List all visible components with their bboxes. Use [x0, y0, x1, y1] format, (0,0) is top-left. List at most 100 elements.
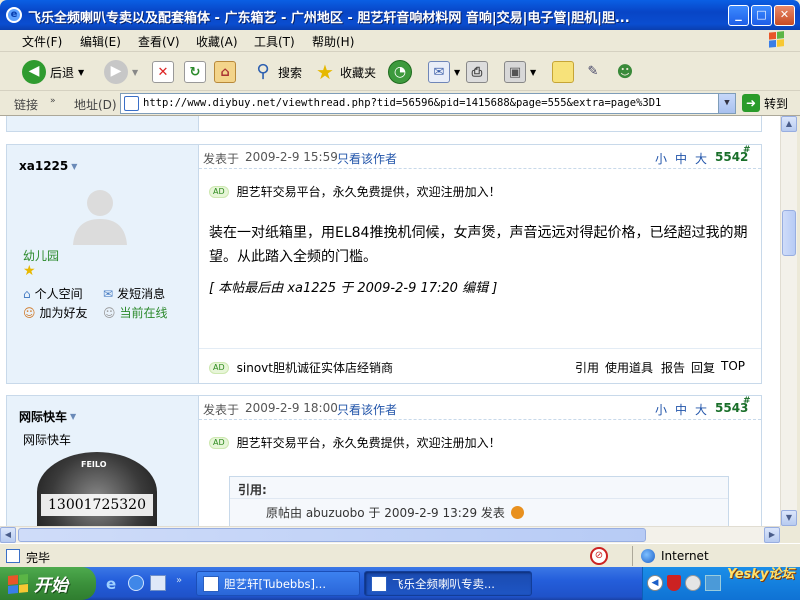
star-icon: ★: [316, 60, 334, 84]
send-message-link[interactable]: ✉ 发短消息: [103, 285, 165, 302]
user-group: 幼儿园: [23, 249, 60, 263]
font-medium-link[interactable]: 中: [675, 150, 687, 167]
reply-link[interactable]: 回复: [691, 359, 715, 376]
menu-help[interactable]: 帮助(H): [312, 33, 354, 50]
use-item-link[interactable]: 使用道具: [605, 359, 653, 376]
print-button[interactable]: ⎙: [466, 59, 488, 85]
font-small-link[interactable]: 小: [655, 150, 667, 167]
scroll-right-icon[interactable]: ▶: [764, 527, 780, 543]
links-chevron-icon[interactable]: »: [50, 96, 56, 106]
mail-dropdown-icon[interactable]: ▼: [454, 68, 460, 77]
scroll-left-icon[interactable]: ◀: [0, 527, 16, 543]
post-ad-2[interactable]: AD 胆艺轩交易平台，永久免费提供，欢迎注册加入！: [209, 434, 501, 451]
address-dropdown-icon[interactable]: ▼: [718, 94, 735, 113]
footer-ad[interactable]: AD sinovt胆机诚征实体店经销商: [209, 359, 393, 376]
mail-button[interactable]: ✉ ▼: [428, 59, 460, 85]
post-message: 装在一对纸箱里，用EL84推挽机伺候，女声煲，声音远远对得起价格，已经超过我的期…: [209, 225, 748, 265]
messenger-button[interactable]: ☻: [614, 59, 636, 85]
go-button[interactable]: ➜ 转到: [742, 94, 788, 112]
font-small-link-2[interactable]: 小: [655, 401, 667, 418]
font-medium-link-2[interactable]: 中: [675, 401, 687, 418]
tray-back-icon[interactable]: ◀: [647, 575, 663, 591]
posted-label: 发表于: [203, 152, 240, 166]
quote-label: 引用:: [230, 477, 728, 499]
vertical-scroll-thumb[interactable]: [782, 210, 796, 256]
scroll-down-icon[interactable]: ▼: [781, 510, 797, 526]
popup-blocker-icon[interactable]: ⊘: [590, 547, 608, 565]
horizontal-scroll-thumb[interactable]: [18, 528, 646, 542]
tray-app-icon[interactable]: [685, 575, 701, 591]
menu-favorites[interactable]: 收藏(A): [196, 33, 238, 50]
vertical-scrollbar[interactable]: ▲ ▼: [780, 116, 797, 526]
add-friend-link[interactable]: ☺ 加为好友: [23, 304, 88, 321]
tray-shield-icon[interactable]: [667, 575, 681, 591]
taskbar-item-tubebbs[interactable]: 胆艺轩[Tubebbs]...: [196, 571, 360, 596]
back-dropdown-icon[interactable]: ▼: [78, 68, 84, 77]
links-label[interactable]: 链接: [14, 96, 38, 113]
toolbar: ◀ 后退 ▼ ▶ ▼ ✕ ↻ ⌂ ⚲ 搜索 ★ 收藏夹 ◔ ✉ ▼ ⎙ ▣ ▼ …: [0, 53, 800, 91]
ie-icon: e: [6, 7, 22, 23]
author-name-2[interactable]: 网际快车: [19, 408, 67, 425]
profile-link[interactable]: ⌂ 个人空间: [23, 285, 83, 302]
taskbar-item-feile[interactable]: 飞乐全频喇叭专卖...: [364, 571, 532, 596]
messenger-icon: ☻: [616, 62, 634, 81]
font-large-link[interactable]: 大: [695, 150, 707, 167]
minimize-button[interactable]: _: [728, 5, 749, 26]
edit-icon: ▣: [504, 61, 526, 83]
quicklaunch-desktop-icon[interactable]: [150, 575, 166, 591]
security-zone[interactable]: Internet: [632, 546, 709, 566]
favorites-button[interactable]: ★ 收藏夹: [314, 59, 376, 85]
taskbar-item-label: 胆艺轩[Tubebbs]...: [224, 576, 326, 591]
maximize-button[interactable]: □: [751, 5, 772, 26]
refresh-button[interactable]: ↻: [184, 59, 206, 85]
edit-button[interactable]: ▣ ▼: [504, 59, 536, 85]
zone-label: Internet: [661, 549, 709, 563]
author-name[interactable]: xa1225: [19, 159, 68, 173]
history-button[interactable]: ◔: [388, 59, 412, 85]
address-input[interactable]: http://www.diybuy.net/viewthread.php?tid…: [120, 93, 736, 114]
report-link[interactable]: 报告: [661, 359, 685, 376]
task-ie-icon-2: [371, 575, 387, 592]
menu-file[interactable]: 文件(F): [22, 33, 62, 50]
view-author-only-link-2[interactable]: 只看该作者: [337, 401, 397, 418]
go-label: 转到: [764, 96, 789, 111]
home-icon: ⌂: [214, 61, 236, 83]
menu-edit[interactable]: 编辑(E): [80, 33, 121, 50]
address-url: http://www.diybuy.net/viewthread.php?tid…: [143, 97, 662, 109]
quicklaunch-ie-icon[interactable]: e: [106, 575, 116, 593]
post-ad[interactable]: AD 胆艺轩交易平台，永久免费提供，欢迎注册加入！: [209, 183, 501, 200]
menu-tools[interactable]: 工具(T): [254, 33, 295, 50]
jump-to-post-icon[interactable]: [510, 506, 524, 519]
author-menu-icon[interactable]: ▼: [71, 162, 77, 171]
page-icon: [124, 96, 139, 111]
back-button[interactable]: ◀ 后退 ▼: [22, 59, 84, 85]
post-author-panel-2: 网际快车 ▼ 网际快车 FEILO 13001725320: [7, 396, 199, 526]
ad-badge-2: AD: [209, 436, 229, 449]
edit-dropdown-icon[interactable]: ▼: [530, 68, 536, 77]
horizontal-scrollbar[interactable]: ◀ ▶: [0, 526, 780, 543]
forward-dropdown-icon[interactable]: ▼: [132, 68, 138, 77]
author-menu-icon-2[interactable]: ▼: [70, 412, 76, 421]
rank-star-icon: ★: [23, 263, 36, 279]
font-large-link-2[interactable]: 大: [695, 401, 707, 418]
address-bar: 链接 » 地址(D) http://www.diybuy.net/viewthr…: [0, 91, 800, 116]
close-button[interactable]: ✕: [774, 5, 795, 26]
search-button[interactable]: ⚲ 搜索: [252, 59, 302, 85]
start-button[interactable]: 开始: [0, 567, 96, 600]
menu-view[interactable]: 查看(V): [138, 33, 180, 50]
search-icon: ⚲: [256, 61, 270, 82]
online-status: ☺ 当前在线: [103, 304, 168, 321]
top-link[interactable]: TOP: [721, 359, 745, 373]
tray-network-icon[interactable]: [705, 575, 721, 591]
view-author-only-link[interactable]: 只看该作者: [337, 150, 397, 167]
home-button[interactable]: ⌂: [214, 59, 236, 85]
research-button[interactable]: ✎: [582, 59, 604, 85]
scroll-up-icon[interactable]: ▲: [781, 116, 797, 132]
discuss-button[interactable]: [552, 59, 574, 85]
quicklaunch-media-icon[interactable]: [128, 575, 144, 591]
forward-button[interactable]: ▶ ▼: [104, 59, 138, 85]
quicklaunch-more-icon[interactable]: »: [176, 575, 182, 586]
stop-button[interactable]: ✕: [152, 59, 174, 85]
quote-link[interactable]: 引用: [575, 359, 599, 376]
profile-link-label: 个人空间: [34, 287, 83, 301]
